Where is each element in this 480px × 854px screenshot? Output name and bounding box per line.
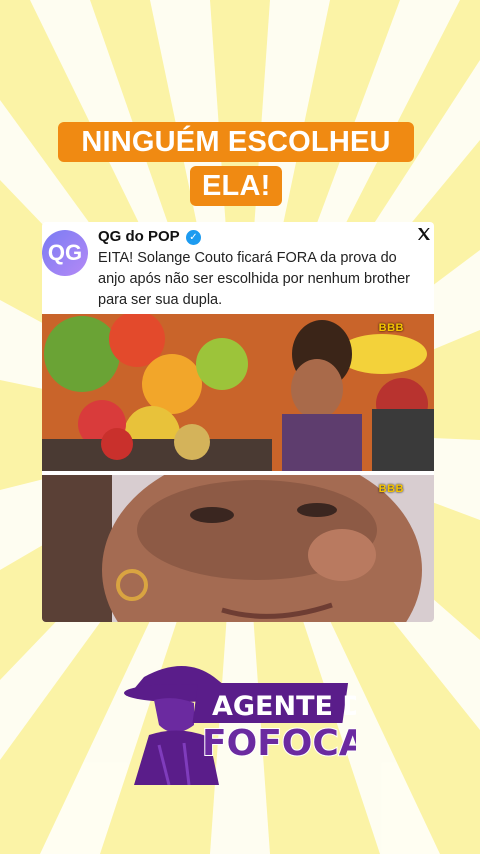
tweet-text: EITA! Solange Couto ficará FORA da prova… — [98, 250, 410, 308]
author-avatar[interactable]: QG — [42, 230, 88, 276]
svg-text:FOFOCA: FOFOCA — [202, 723, 356, 764]
verified-badge-icon: ✓ — [186, 230, 201, 245]
author-name[interactable]: QG do POP — [98, 228, 180, 245]
bbb-watermark: BBB — [378, 483, 404, 495]
headline: NINGUÉM ESCOLHEU ELA! — [58, 122, 414, 214]
headline-line-1: NINGUÉM ESCOLHEU — [58, 122, 414, 162]
tweet-card[interactable]: QG QG do POP ✓ EITA! Solange Couto ficar… — [42, 222, 434, 622]
bbb-watermark: BBB — [378, 322, 404, 334]
tweet-photo-1[interactable]: BBB — [42, 314, 434, 471]
fruit-mural-scene — [42, 314, 434, 471]
x-logo-icon — [418, 228, 430, 240]
svg-text:AGENTE DA: AGENTE DA — [212, 691, 356, 722]
headline-line-2: ELA! — [190, 166, 282, 206]
tweet-photo-2[interactable]: BBB — [42, 475, 434, 622]
agente-da-fofoca-logo: AGENTE DA FOFOCA — [124, 666, 356, 785]
closeup-face-scene — [42, 475, 434, 622]
